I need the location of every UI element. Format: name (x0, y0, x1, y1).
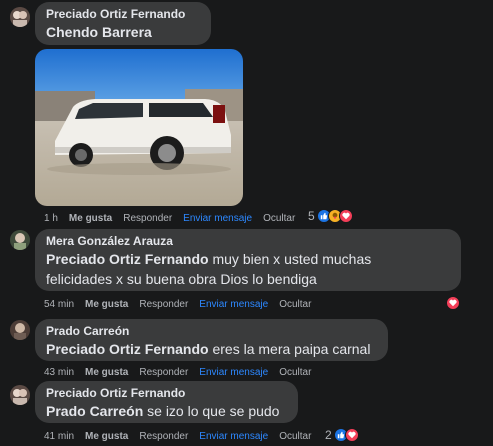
mention-tag[interactable]: Preciado Ortiz Fernando (46, 341, 209, 357)
timestamp[interactable]: 43 min (44, 366, 74, 379)
reply-button[interactable]: Responder (139, 298, 188, 311)
send-message-button[interactable]: Enviar mensaje (199, 430, 268, 443)
comment-body: eres la mera paipa carnal (212, 341, 371, 357)
like-button[interactable]: Me gusta (85, 430, 128, 443)
timestamp[interactable]: 54 min (44, 298, 74, 311)
comment-text: Preciado Ortiz Fernando eres la mera pai… (46, 339, 377, 359)
comment-bubble: Preciado Ortiz Fernando Chendo Barrera a… (35, 2, 211, 60)
comment-actions: 1 h Me gusta Responder Enviar mensaje Oculta… (44, 212, 306, 225)
comment-actions: 54 min Me gusta Responder Enviar mensaje Ocu… (44, 298, 322, 311)
comment-author[interactable]: Prado Carreón (46, 324, 377, 339)
reply-button[interactable]: Responder (139, 366, 188, 379)
love-icon (446, 296, 460, 310)
reaction-summary[interactable] (444, 296, 460, 310)
comment-body: se izo lo que se pudo (147, 403, 280, 419)
comment-bubble: Mera González Arauza Preciado Ortiz Fern… (35, 229, 461, 291)
reaction-summary[interactable]: 2 (325, 428, 359, 442)
avatar[interactable] (10, 385, 30, 405)
reaction-count: 2 (325, 428, 332, 442)
mention-tag[interactable]: Prado Carreón (46, 403, 143, 419)
hide-button[interactable]: Ocultar (263, 212, 295, 225)
comment-author[interactable]: Preciado Ortiz Fernando (46, 7, 200, 22)
comment-text: Preciado Ortiz Fernando muy bien x usted… (46, 249, 450, 269)
hide-button[interactable]: Ocultar (279, 366, 311, 379)
like-button[interactable]: Me gusta (85, 366, 128, 379)
reaction-summary[interactable]: 5 (308, 209, 353, 223)
reply-button[interactable]: Responder (139, 430, 188, 443)
love-icon (338, 209, 353, 223)
comment-actions: 41 min Me gusta Responder Enviar mensaje Ocu… (44, 430, 322, 443)
avatar[interactable] (10, 230, 30, 250)
like-button[interactable]: Me gusta (85, 298, 128, 311)
mention-tag[interactable]: Chendo Barrera (46, 24, 152, 40)
comment-text: Prado Carreón se izo lo que se pudo (46, 401, 287, 421)
hide-button[interactable]: Ocultar (279, 298, 311, 311)
white-suv-photo[interactable] (35, 49, 243, 206)
send-message-button[interactable]: Enviar mensaje (199, 298, 268, 311)
timestamp[interactable]: 1 h (44, 212, 58, 225)
comment-bubble: Preciado Ortiz Fernando Prado Carreón se… (35, 381, 298, 423)
reaction-count: 5 (308, 209, 315, 223)
love-icon (344, 428, 359, 442)
timestamp[interactable]: 41 min (44, 430, 74, 443)
send-message-button[interactable]: Enviar mensaje (183, 212, 252, 225)
comment-author[interactable]: Mera González Arauza (46, 234, 450, 249)
comment-author[interactable]: Preciado Ortiz Fernando (46, 386, 287, 401)
comment-actions: 43 min Me gusta Responder Enviar mensaje Ocu… (44, 366, 322, 379)
like-button[interactable]: Me gusta (69, 212, 112, 225)
comment-body: muy bien x usted muchas (212, 251, 372, 267)
hide-button[interactable]: Ocultar (279, 430, 311, 443)
avatar[interactable] (10, 7, 30, 27)
avatar[interactable] (10, 320, 30, 340)
mention-tag[interactable]: Preciado Ortiz Fernando (46, 251, 209, 267)
reply-button[interactable]: Responder (123, 212, 172, 225)
send-message-button[interactable]: Enviar mensaje (199, 366, 268, 379)
comment-bubble: Prado Carreón Preciado Ortiz Fernando er… (35, 319, 388, 361)
comment-text-line2: felicidades x su buena obra Dios lo bend… (46, 271, 317, 287)
